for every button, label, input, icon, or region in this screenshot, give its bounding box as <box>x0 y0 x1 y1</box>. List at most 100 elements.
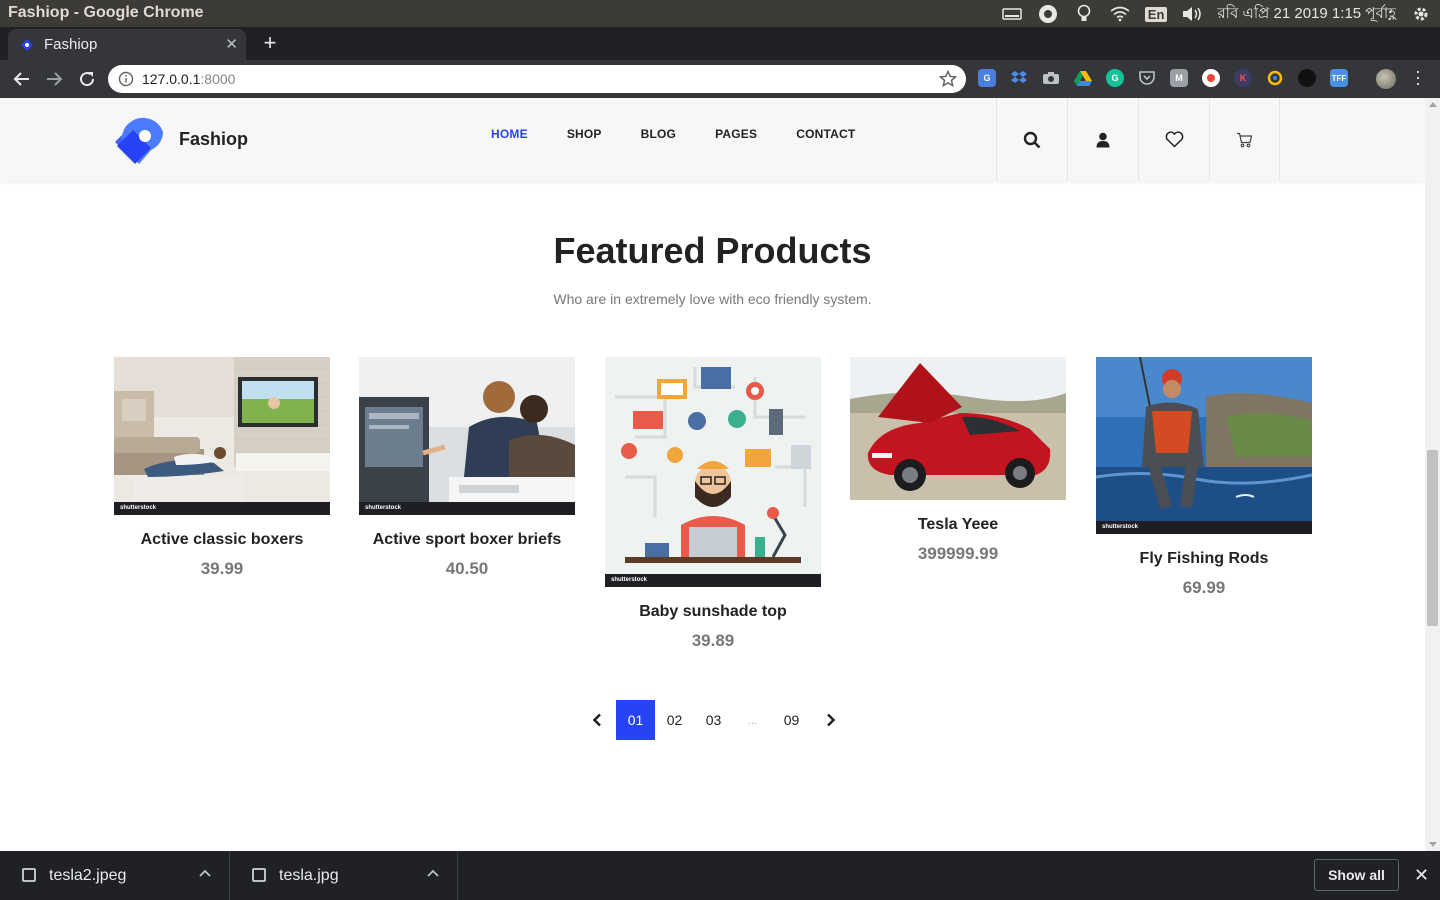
section-subtitle: Who are in extremely love with eco frien… <box>553 291 872 307</box>
camera-icon[interactable] <box>1042 69 1060 87</box>
pocket-icon[interactable] <box>1138 69 1156 87</box>
product-image-red-car[interactable] <box>850 357 1066 500</box>
product-image-developer-illustration[interactable]: shutterstock <box>605 357 821 587</box>
q-extension-icon[interactable] <box>1266 69 1284 87</box>
product-image-office[interactable]: shutterstock <box>359 357 575 515</box>
browser-toolbar: 127.0.0.1:8000 G G M K TFF · · · <box>0 60 1440 98</box>
product-name[interactable]: Tesla Yeee <box>850 516 1066 534</box>
product-price: 399999.99 <box>917 544 999 563</box>
tff-extension-icon[interactable]: TFF <box>1330 69 1348 87</box>
product-name[interactable]: Baby sunshade top <box>605 603 821 621</box>
cart-icon[interactable] <box>1209 98 1280 181</box>
k-extension-icon[interactable]: K <box>1234 69 1252 87</box>
next-page-chevron-icon[interactable] <box>811 700 850 740</box>
file-icon <box>252 868 266 882</box>
header-actions <box>996 98 1280 181</box>
chevron-up-icon[interactable] <box>199 869 211 877</box>
clock[interactable]: রবি এপ্রি 21 2019 1:15 পূর্বাহ্ণ <box>1217 2 1396 27</box>
download-shelf: tesla2.jpeg tesla.jpg Show all ✕ <box>0 851 1440 900</box>
product-image-fly-fishing[interactable]: shutterstock <box>1096 357 1312 534</box>
url-text[interactable]: 127.0.0.1:8000 <box>142 71 235 87</box>
site-info-icon[interactable] <box>118 71 134 87</box>
pagination: 01 02 03 ... 09 <box>577 700 850 740</box>
window-title: Fashiop - Google Chrome <box>8 4 204 21</box>
nav-contact[interactable]: CONTACT <box>796 127 855 141</box>
lightbulb-icon[interactable] <box>1073 4 1095 24</box>
browser-menu-icon[interactable]: · · · <box>1414 62 1422 92</box>
volume-icon[interactable] <box>1181 4 1203 24</box>
chevron-up-icon[interactable] <box>427 869 439 877</box>
watermark-bar: shutterstock <box>114 502 330 515</box>
main-nav: HOME SHOP BLOG PAGES CONTACT <box>491 127 894 141</box>
page-ellipsis: ... <box>747 713 758 727</box>
gmail-icon[interactable]: M <box>1170 69 1188 87</box>
nav-shop[interactable]: SHOP <box>567 127 602 141</box>
site-header: Fashiop HOME SHOP BLOG PAGES CONTACT <box>0 98 1425 181</box>
wifi-icon[interactable] <box>1109 4 1131 24</box>
product-name[interactable]: Active classic boxers <box>114 531 330 549</box>
drive-icon[interactable] <box>1001 4 1023 24</box>
google-drive-icon[interactable] <box>1074 69 1092 87</box>
page-link-02[interactable]: 02 <box>655 700 694 740</box>
dropbox-icon[interactable] <box>1010 69 1028 87</box>
product-card[interactable]: shutterstock Active classic boxers 39.99 <box>114 357 330 579</box>
heart-icon[interactable] <box>1138 98 1209 181</box>
page-scrollbar[interactable] <box>1425 98 1440 851</box>
brand-name[interactable]: Fashiop <box>179 129 248 150</box>
product-price: 39.89 <box>691 631 735 650</box>
reload-icon[interactable] <box>76 68 98 90</box>
product-card[interactable]: shutterstock Fly Fishing Rods 69.99 <box>1096 357 1312 598</box>
scroll-thumb[interactable] <box>1427 450 1438 626</box>
nav-blog[interactable]: BLOG <box>641 127 676 141</box>
product-price: 40.50 <box>445 559 489 578</box>
browser-tab[interactable]: Fashiop ✕ <box>8 29 246 60</box>
forward-arrow-icon[interactable] <box>43 68 65 90</box>
url-host: 127.0.0.1 <box>142 71 201 87</box>
back-arrow-icon[interactable] <box>11 68 33 90</box>
prev-page-chevron-icon[interactable] <box>577 700 616 740</box>
download-filename[interactable]: tesla.jpg <box>279 867 339 885</box>
product-price: 39.99 <box>200 559 244 578</box>
product-card[interactable]: Tesla Yeee 399999.99 <box>850 357 1066 564</box>
scroll-down-arrow-icon[interactable] <box>1429 842 1437 847</box>
keyboard-language[interactable]: En <box>1144 6 1168 22</box>
profile-avatar[interactable] <box>1376 69 1396 89</box>
download-item[interactable]: tesla2.jpeg <box>0 851 230 900</box>
nav-pages[interactable]: PAGES <box>715 127 757 141</box>
close-shelf-icon[interactable]: ✕ <box>1414 865 1429 886</box>
grammarly-icon[interactable]: G <box>1106 69 1124 87</box>
tab-close-icon[interactable]: ✕ <box>225 35 238 53</box>
page-viewport: Fashiop HOME SHOP BLOG PAGES CONTACT Fea… <box>0 98 1440 851</box>
address-bar[interactable]: 127.0.0.1:8000 <box>108 65 966 93</box>
download-item[interactable]: tesla.jpg <box>230 851 458 900</box>
watermark-bar: shutterstock <box>605 574 821 587</box>
new-tab-button[interactable]: + <box>258 32 282 56</box>
page-link-03[interactable]: 03 <box>694 700 733 740</box>
download-filename[interactable]: tesla2.jpeg <box>49 867 126 885</box>
extensions-row: G G M K TFF <box>978 69 1348 87</box>
show-all-button[interactable]: Show all <box>1314 859 1399 891</box>
user-icon[interactable] <box>1067 98 1138 181</box>
product-name[interactable]: Fly Fishing Rods <box>1096 550 1312 568</box>
tab-strip: Fashiop ✕ + <box>0 27 1440 60</box>
url-port: :8000 <box>200 71 236 87</box>
page-link-01[interactable]: 01 <box>616 700 655 740</box>
watermark-bar: shutterstock <box>1096 521 1312 534</box>
tab-title: Fashiop <box>44 36 98 53</box>
steam-icon[interactable] <box>1037 4 1059 24</box>
settings-gear-icon[interactable] <box>1410 4 1432 24</box>
watermark-bar: shutterstock <box>359 502 575 515</box>
google-translate-icon[interactable]: G <box>978 69 996 87</box>
search-icon[interactable] <box>996 98 1067 181</box>
product-card[interactable]: shutterstock Active sport boxer briefs 4… <box>359 357 575 579</box>
product-card[interactable]: shutterstock Baby sunshade top 39.89 <box>605 357 821 651</box>
page-link-09[interactable]: 09 <box>772 700 811 740</box>
nav-home[interactable]: HOME <box>491 127 528 141</box>
record-icon[interactable] <box>1202 69 1220 87</box>
scroll-up-arrow-icon[interactable] <box>1429 102 1437 107</box>
logo-icon[interactable] <box>113 116 165 166</box>
product-image-living-room[interactable]: shutterstock <box>114 357 330 515</box>
product-name[interactable]: Active sport boxer briefs <box>359 531 575 549</box>
dark-mode-icon[interactable] <box>1298 69 1316 87</box>
bookmark-star-icon[interactable] <box>939 70 957 88</box>
